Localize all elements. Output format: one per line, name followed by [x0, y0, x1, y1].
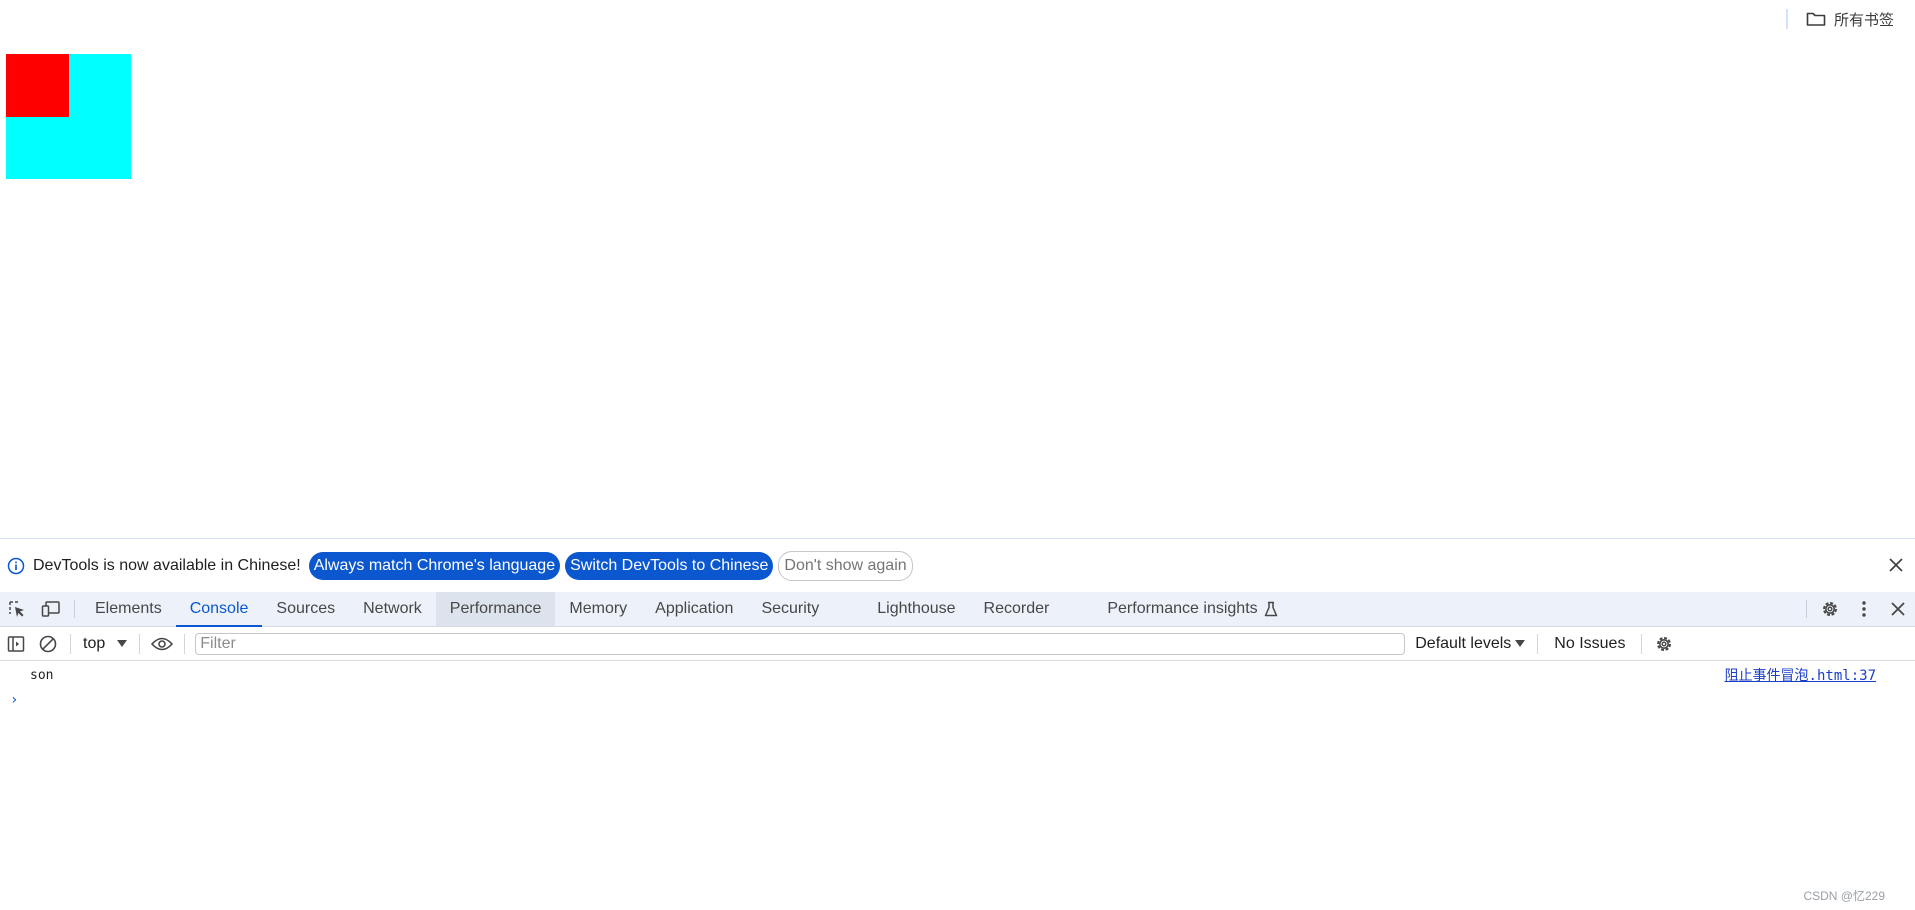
- tab-console[interactable]: Console: [175, 592, 263, 627]
- bookmarks-separator: [1786, 9, 1788, 29]
- folder-icon: [1806, 11, 1826, 27]
- tab-recorder[interactable]: Recorder: [970, 592, 1064, 626]
- infobar-message: DevTools is now available in Chinese!: [33, 556, 301, 574]
- switch-to-chinese-button[interactable]: Switch DevTools to Chinese: [565, 551, 774, 580]
- live-expression-eye-icon[interactable]: [146, 627, 178, 660]
- log-message: son: [30, 667, 54, 683]
- context-label: top: [83, 634, 106, 652]
- tab-label: Memory: [569, 600, 628, 617]
- console-toolbar: top Default levels No Iss: [0, 627, 1915, 661]
- log-levels-dropdown[interactable]: Default levels: [1415, 634, 1526, 653]
- toolbar-divider: [1641, 633, 1643, 654]
- toolbar-divider: [74, 600, 75, 618]
- filter-input[interactable]: [195, 632, 1406, 655]
- devtools-tabs: Elements Console Sources Network Perform…: [81, 592, 1292, 627]
- watermark: CSDN @忆229: [1803, 889, 1885, 903]
- page-content: [0, 36, 1915, 538]
- toolbar-divider: [1806, 600, 1807, 618]
- device-toolbar-icon[interactable]: [34, 592, 68, 626]
- all-bookmarks-button[interactable]: 所有书签: [1806, 8, 1894, 30]
- bookmarks-bar: 所有书签: [0, 0, 1915, 36]
- tab-label: Elements: [95, 600, 162, 617]
- tab-label: Sources: [276, 600, 336, 617]
- context-selector[interactable]: top: [77, 635, 133, 653]
- tab-performance[interactable]: Performance: [435, 592, 556, 626]
- console-log-row: son 阻止事件冒泡.html:37: [0, 661, 1915, 689]
- toolbar-divider: [70, 633, 71, 654]
- tab-lighthouse[interactable]: Lighthouse: [863, 592, 969, 626]
- tabbar-actions: [1800, 592, 1915, 626]
- tab-label: Performance: [449, 600, 542, 617]
- browser-window: 所有书签 DevTools is now available in Chines…: [0, 0, 1915, 910]
- tab-security[interactable]: Security: [747, 592, 833, 626]
- tab-label: Application: [655, 600, 734, 617]
- toolbar-divider: [184, 633, 186, 654]
- inspect-element-icon[interactable]: [0, 592, 34, 626]
- close-icon[interactable]: [1886, 555, 1906, 575]
- father-box[interactable]: [6, 54, 131, 179]
- son-box[interactable]: [6, 54, 69, 117]
- console-settings-gear-icon[interactable]: [1648, 627, 1680, 660]
- tab-application[interactable]: Application: [641, 592, 747, 626]
- devtools-panel: DevTools is now available in Chinese! Al…: [0, 538, 1915, 910]
- language-infobar: DevTools is now available in Chinese! Al…: [0, 539, 1915, 592]
- toolbar-divider: [139, 633, 141, 654]
- tab-label: Performance insights: [1107, 600, 1258, 617]
- log-levels-label: Default levels: [1415, 634, 1512, 652]
- devtools-tabbar: Elements Console Sources Network Perform…: [0, 592, 1915, 627]
- more-options-icon[interactable]: [1847, 592, 1881, 626]
- settings-gear-icon[interactable]: [1813, 592, 1847, 626]
- tab-performance-insights[interactable]: Performance insights: [1093, 592, 1291, 626]
- toolbar-divider: [1537, 633, 1539, 654]
- clear-console-icon[interactable]: [32, 627, 64, 660]
- console-prompt[interactable]: ›: [0, 689, 1915, 711]
- all-bookmarks-label: 所有书签: [1834, 11, 1895, 29]
- issues-counter[interactable]: No Issues: [1544, 635, 1635, 653]
- tab-label: Console: [189, 600, 249, 617]
- caret-down-icon: [117, 635, 128, 653]
- tab-network[interactable]: Network: [349, 592, 436, 626]
- tab-memory[interactable]: Memory: [555, 592, 641, 626]
- tab-label: Lighthouse: [877, 600, 956, 617]
- prompt-chevron-icon: ›: [10, 692, 19, 708]
- close-devtools-icon[interactable]: [1881, 592, 1915, 626]
- match-language-button[interactable]: Always match Chrome's language: [308, 551, 561, 580]
- dont-show-again-button[interactable]: Don't show again: [778, 550, 913, 581]
- console-output: son 阻止事件冒泡.html:37 ›: [0, 661, 1915, 910]
- tab-label: Network: [363, 600, 422, 617]
- flask-icon: [1264, 601, 1278, 617]
- tab-label: Recorder: [983, 600, 1050, 617]
- info-icon: [7, 557, 25, 575]
- tab-elements[interactable]: Elements: [81, 592, 176, 626]
- tab-sources[interactable]: Sources: [262, 592, 349, 626]
- log-source-link[interactable]: 阻止事件冒泡.html:37: [1725, 665, 1876, 685]
- caret-down-icon: [1515, 635, 1526, 653]
- tab-label: Security: [761, 600, 820, 617]
- sidebar-toggle-icon[interactable]: [0, 627, 32, 660]
